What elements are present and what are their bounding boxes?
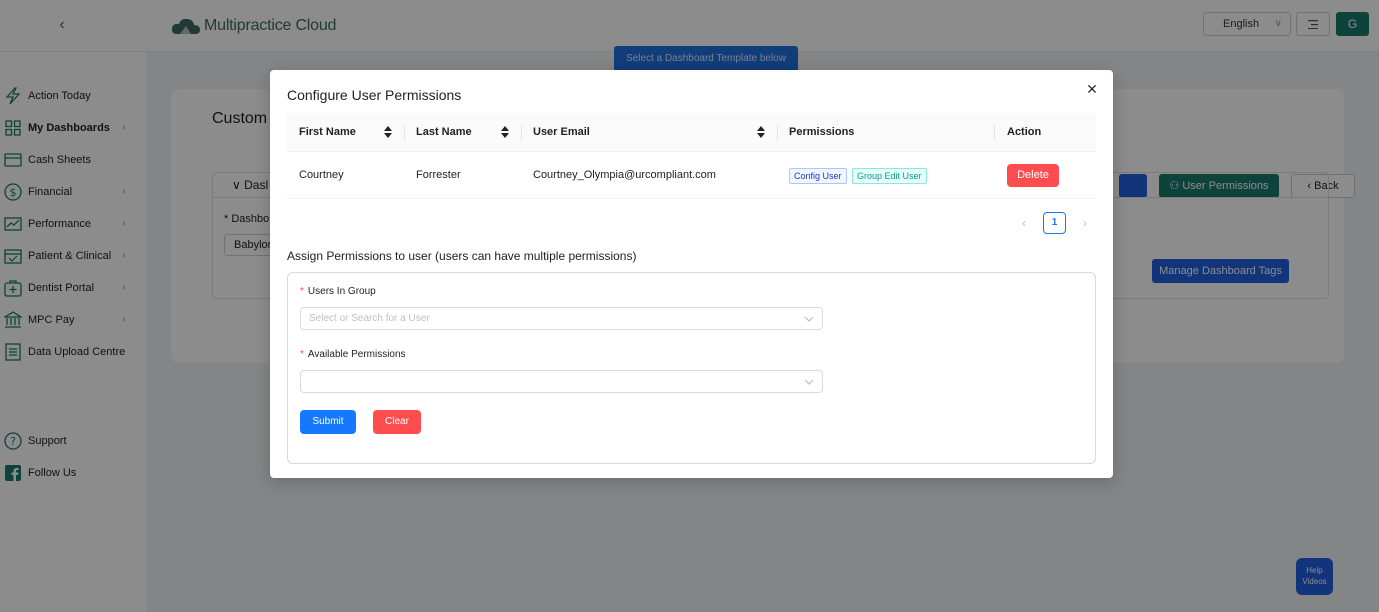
sort-icon[interactable] [757, 126, 765, 138]
chevron-down-icon [803, 371, 815, 392]
delete-button[interactable]: Delete [1007, 164, 1059, 187]
table-header: First Name Last Name User Email Permissi… [287, 113, 1096, 152]
required-marker: * [300, 286, 304, 297]
column-separator [994, 124, 995, 141]
assign-permissions-form: * Users In Group Select or Search for a U… [287, 272, 1096, 464]
sort-icon[interactable] [384, 126, 392, 138]
chevron-down-icon [803, 308, 815, 329]
pagination: ‹ 1 › [1017, 212, 1092, 234]
configure-user-permissions-modal: Configure User Permissions ✕ First Name … [270, 70, 1113, 478]
column-separator [521, 124, 522, 141]
available-permissions-label: * Available Permissions [300, 349, 406, 360]
available-permissions-select[interactable] [300, 370, 823, 393]
column-permissions: Permissions [789, 126, 855, 138]
next-page-icon[interactable]: › [1078, 216, 1092, 230]
users-in-group-label: * Users In Group [300, 286, 376, 297]
users-in-group-text: Users In Group [307, 286, 376, 297]
modal-title: Configure User Permissions [287, 87, 462, 103]
column-last-name[interactable]: Last Name [416, 113, 472, 152]
users-in-group-select[interactable]: Select or Search for a User [300, 307, 823, 330]
clear-button[interactable]: Clear [373, 410, 421, 434]
table-row: Courtney Forrester Courtney_Olympia@urco… [287, 152, 1096, 199]
page-number[interactable]: 1 [1043, 212, 1066, 234]
sort-icon[interactable] [501, 126, 509, 138]
column-user-email[interactable]: User Email [533, 113, 590, 152]
permission-tag: Group Edit User [852, 168, 927, 184]
cell-email: Courtney_Olympia@urcompliant.com [533, 169, 716, 181]
available-permissions-text: Available Permissions [307, 349, 406, 360]
users-select-placeholder: Select or Search for a User [309, 313, 430, 324]
permission-tag: Config User [789, 168, 847, 184]
column-separator [404, 124, 405, 141]
permissions-table: First Name Last Name User Email Permissi… [287, 113, 1096, 199]
required-marker: * [300, 349, 304, 360]
column-separator [777, 124, 778, 141]
submit-button[interactable]: Submit [300, 410, 356, 434]
cell-first-name: Courtney [299, 169, 344, 181]
prev-page-icon[interactable]: ‹ [1017, 216, 1031, 230]
column-action: Action [1007, 126, 1042, 138]
close-icon[interactable]: ✕ [1084, 81, 1100, 97]
column-first-name[interactable]: First Name [299, 113, 356, 152]
cell-last-name: Forrester [416, 169, 461, 181]
assign-permissions-title: Assign Permissions to user (users can ha… [287, 249, 637, 263]
